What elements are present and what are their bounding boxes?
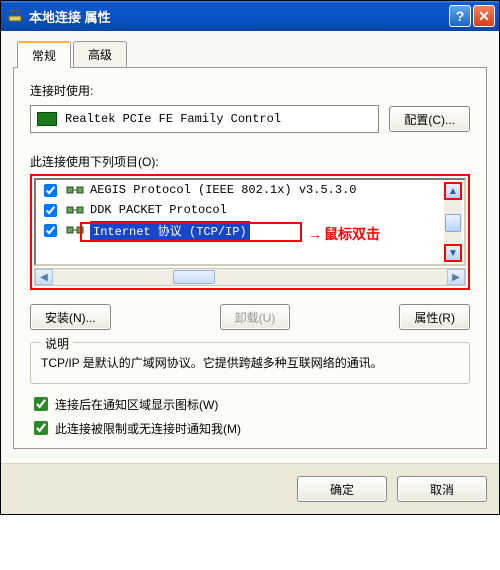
ok-button[interactable]: 确定 xyxy=(297,476,387,502)
notify-limited-checkbox[interactable] xyxy=(34,421,48,435)
configure-button-label: 配置(C)... xyxy=(404,113,455,127)
list-item[interactable]: DDK PACKET Protocol xyxy=(36,200,464,220)
ok-button-label: 确定 xyxy=(330,483,354,497)
tab-body: 连接时使用: Realtek PCIe FE Family Control 配置… xyxy=(13,67,487,449)
properties-button[interactable]: 属性(R) xyxy=(399,304,470,330)
window-icon xyxy=(7,8,23,24)
tab-general[interactable]: 常规 xyxy=(17,41,71,68)
scroll-up-button[interactable]: ▲ xyxy=(444,182,462,200)
scroll-thumb[interactable] xyxy=(445,214,461,232)
notify-limited-checkbox-row[interactable]: 此连接被限制或无连接时通知我(M) xyxy=(30,418,470,438)
item-checkbox[interactable] xyxy=(44,184,57,197)
protocol-icon xyxy=(66,223,84,237)
configure-button[interactable]: 配置(C)... xyxy=(389,106,470,132)
callout-annotation: → 鼠标双击 xyxy=(308,224,380,244)
help-button[interactable]: ? xyxy=(449,5,471,27)
uninstall-button: 卸载(U) xyxy=(220,304,291,330)
cancel-button[interactable]: 取消 xyxy=(397,476,487,502)
client-area: 常规 高级 连接时使用: Realtek PCIe FE Family Cont… xyxy=(1,31,499,463)
show-tray-checkbox-row[interactable]: 连接后在通知区域显示图标(W) xyxy=(30,394,470,414)
hscroll-track[interactable] xyxy=(53,269,447,285)
description-group: 说明 TCP/IP 是默认的广域网协议。它提供跨越多种互联网络的通讯。 xyxy=(30,342,470,384)
properties-button-label: 属性(R) xyxy=(414,311,455,325)
scroll-down-button[interactable]: ▼ xyxy=(444,244,462,262)
protocol-icon xyxy=(66,203,84,217)
horizontal-scrollbar[interactable]: ◀ ▶ xyxy=(34,268,466,286)
list-item[interactable]: AEGIS Protocol (IEEE 802.1x) v3.5.3.0 xyxy=(36,180,464,200)
description-text: TCP/IP 是默认的广域网协议。它提供跨越多种互联网络的通讯。 xyxy=(41,353,459,373)
show-tray-label: 连接后在通知区域显示图标(W) xyxy=(55,396,218,413)
item-label: Internet 协议 (TCP/IP) xyxy=(90,221,250,240)
tab-advanced-label: 高级 xyxy=(88,48,112,62)
dialog-window: 本地连接 属性 ? ✕ 常规 高级 连接时使用: Realtek PCIe FE… xyxy=(0,0,500,515)
item-checkbox[interactable] xyxy=(44,224,57,237)
item-buttons-row: 安装(N)... 卸载(U) 属性(R) xyxy=(30,304,470,330)
notify-limited-label: 此连接被限制或无连接时通知我(M) xyxy=(55,420,241,437)
items-label-text: 此连接使用下列项目(O): xyxy=(30,155,159,169)
adapter-name: Realtek PCIe FE Family Control xyxy=(65,112,281,126)
arrow-icon: → xyxy=(308,226,322,242)
install-button[interactable]: 安装(N)... xyxy=(30,304,111,330)
cancel-button-label: 取消 xyxy=(430,483,454,497)
scroll-track[interactable] xyxy=(444,200,462,244)
items-list-highlight: AEGIS Protocol (IEEE 802.1x) v3.5.3.0 DD… xyxy=(30,174,470,290)
scroll-left-button[interactable]: ◀ xyxy=(35,269,53,285)
adapter-row: Realtek PCIe FE Family Control 配置(C)... xyxy=(30,105,470,133)
item-checkbox[interactable] xyxy=(44,204,57,217)
items-label: 此连接使用下列项目(O): xyxy=(30,153,470,170)
tab-strip: 常规 高级 xyxy=(13,41,487,68)
item-label: AEGIS Protocol (IEEE 802.1x) v3.5.3.0 xyxy=(90,183,356,197)
callout-text: 鼠标双击 xyxy=(324,224,380,244)
window-title: 本地连接 属性 xyxy=(29,7,447,26)
show-tray-checkbox[interactable] xyxy=(34,397,48,411)
close-button[interactable]: ✕ xyxy=(473,5,495,27)
tab-general-label: 常规 xyxy=(32,49,56,63)
uninstall-button-label: 卸载(U) xyxy=(235,311,276,325)
items-list[interactable]: AEGIS Protocol (IEEE 802.1x) v3.5.3.0 DD… xyxy=(34,178,466,266)
tab-advanced[interactable]: 高级 xyxy=(73,41,127,68)
nic-icon xyxy=(37,112,57,126)
item-label: DDK PACKET Protocol xyxy=(90,203,227,217)
scroll-right-button[interactable]: ▶ xyxy=(447,269,465,285)
hscroll-thumb[interactable] xyxy=(173,270,215,284)
vertical-scrollbar[interactable]: ▲ ▼ xyxy=(444,182,462,262)
titlebar[interactable]: 本地连接 属性 ? ✕ xyxy=(1,1,499,31)
list-item-selected[interactable]: Internet 协议 (TCP/IP) xyxy=(36,220,464,240)
dialog-buttons: 确定 取消 xyxy=(1,463,499,514)
protocol-icon xyxy=(66,183,84,197)
adapter-box[interactable]: Realtek PCIe FE Family Control xyxy=(30,105,379,133)
description-legend: 说明 xyxy=(41,335,73,352)
install-button-label: 安装(N)... xyxy=(45,311,96,325)
connect-using-label: 连接时使用: xyxy=(30,82,470,99)
